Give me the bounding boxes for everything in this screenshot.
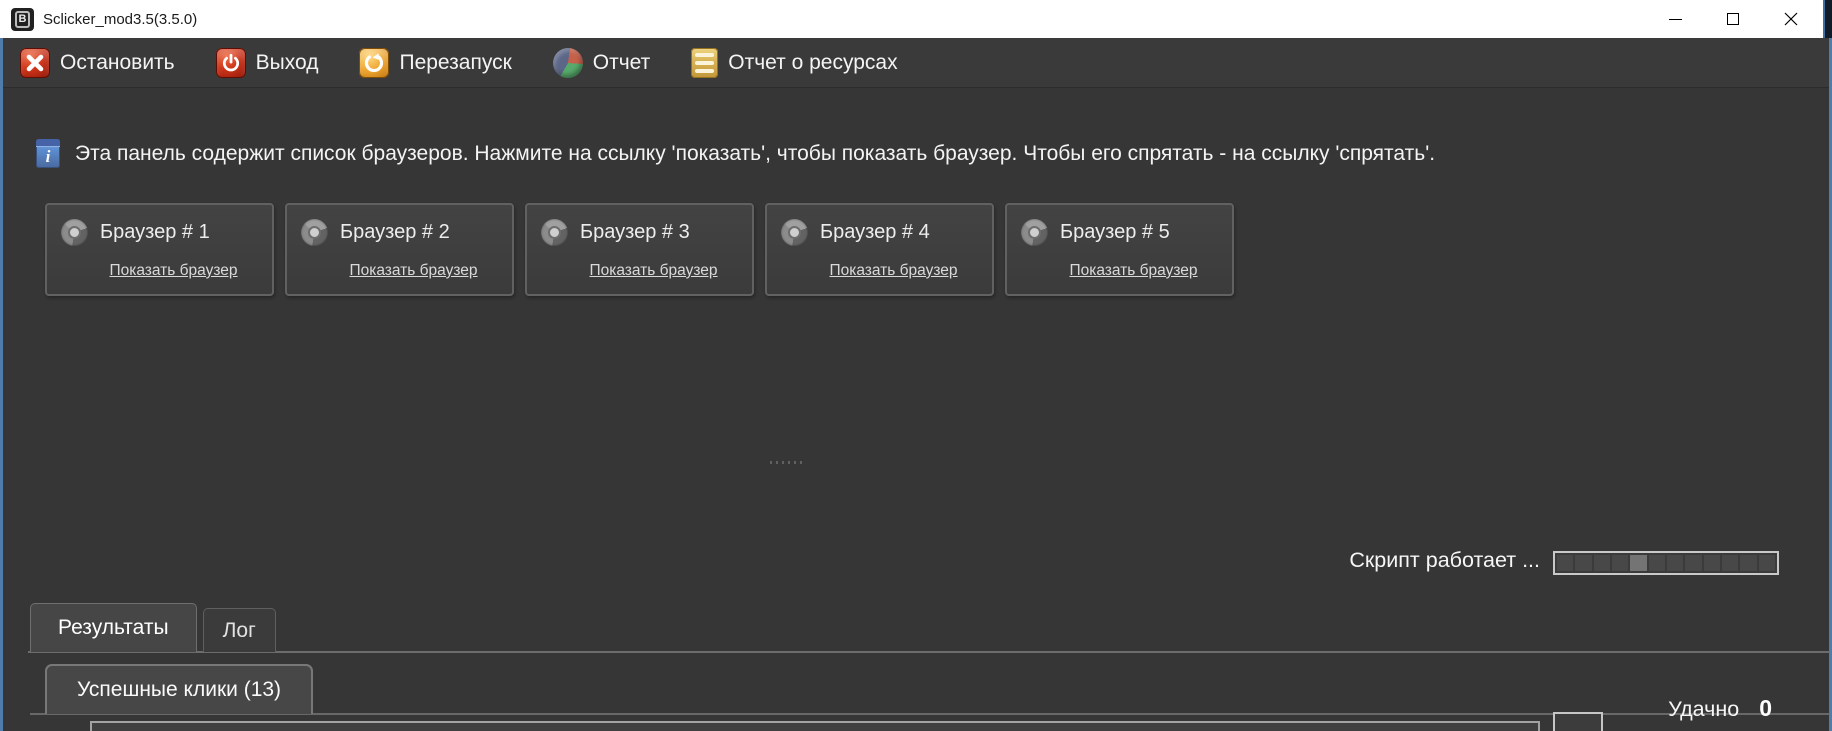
- success-count: 0: [1759, 695, 1772, 722]
- progress-segment: [1612, 555, 1628, 571]
- progress-segment: [1594, 555, 1610, 571]
- tab-results[interactable]: Результаты: [30, 603, 197, 652]
- browser-cards-row: Браузер # 1 Показать браузер Браузер # 2…: [45, 203, 1234, 296]
- info-banner: i Эта панель содержит список браузеров. …: [36, 139, 1435, 168]
- document-lines-icon: [691, 48, 718, 78]
- main-tabbar: Результаты Лог: [30, 603, 276, 652]
- close-icon: [1784, 12, 1798, 26]
- close-button[interactable]: [1762, 0, 1820, 38]
- maximize-button[interactable]: [1704, 0, 1762, 38]
- window-controls: [1646, 0, 1820, 38]
- browser-card-title: Браузер # 1: [100, 221, 210, 244]
- browser-card-head: Браузер # 1: [61, 219, 210, 246]
- show-browser-link-3[interactable]: Показать браузер: [561, 262, 746, 280]
- browser-card-4: Браузер # 4 Показать браузер: [765, 203, 994, 296]
- success-label: Удачно: [1668, 697, 1739, 722]
- progress-segment: [1704, 555, 1720, 571]
- resource-report-button-label: Отчет о ресурсах: [728, 51, 897, 75]
- chrome-icon: [61, 219, 88, 246]
- minimize-icon: [1669, 19, 1682, 20]
- progress-segment: [1722, 555, 1738, 571]
- browser-card-2: Браузер # 2 Показать браузер: [285, 203, 514, 296]
- stop-button[interactable]: Остановить: [10, 42, 191, 84]
- counter-box: [1553, 712, 1603, 731]
- browser-card-title: Браузер # 5: [1060, 221, 1170, 244]
- titlebar: B Sclicker_mod3.5(3.5.0): [0, 0, 1832, 38]
- show-browser-link-4[interactable]: Показать браузер: [801, 262, 986, 280]
- tab-successful-clicks[interactable]: Успешные клики (13): [45, 664, 313, 714]
- restart-button-label: Перезапуск: [399, 51, 511, 75]
- browser-card-head: Браузер # 2: [301, 219, 450, 246]
- browser-card-title: Браузер # 4: [820, 221, 930, 244]
- b-logo-icon: B: [11, 8, 34, 31]
- progress-segment: [1575, 555, 1591, 571]
- splitter-grip-icon[interactable]: [770, 461, 806, 464]
- show-browser-link-5[interactable]: Показать браузер: [1041, 262, 1226, 280]
- info-icon: i: [36, 139, 60, 168]
- browser-card-title: Браузер # 2: [340, 221, 450, 244]
- minimize-button[interactable]: [1646, 0, 1704, 38]
- info-banner-text: Эта панель содержит список браузеров. На…: [75, 142, 1435, 166]
- show-browser-link-1[interactable]: Показать браузер: [81, 262, 266, 280]
- resource-report-button[interactable]: Отчет о ресурсах: [681, 42, 913, 84]
- app-window: B Sclicker_mod3.5(3.5.0) Остановить: [0, 0, 1832, 731]
- titlebar-right-edge: [1823, 0, 1832, 38]
- browser-card-head: Браузер # 5: [1021, 219, 1170, 246]
- report-button-label: Отчет: [593, 51, 651, 75]
- browser-card-head: Браузер # 3: [541, 219, 690, 246]
- progress-segment: [1685, 555, 1701, 571]
- restart-icon: [359, 48, 389, 78]
- browser-card-3: Браузер # 3 Показать браузер: [525, 203, 754, 296]
- progress-segment: [1667, 555, 1683, 571]
- progress-segment: [1557, 555, 1573, 571]
- progress-bar: [1553, 551, 1779, 575]
- show-browser-link-2[interactable]: Показать браузер: [321, 262, 506, 280]
- chrome-icon: [301, 219, 328, 246]
- browser-card-head: Браузер # 4: [781, 219, 930, 246]
- stop-button-label: Остановить: [60, 51, 175, 75]
- window-title: Sclicker_mod3.5(3.5.0): [43, 11, 197, 28]
- success-counter: Удачно 0: [1668, 695, 1772, 722]
- power-icon: [216, 48, 246, 78]
- report-button[interactable]: Отчет: [543, 42, 667, 84]
- exit-button-label: Выход: [256, 51, 319, 75]
- pie-chart-icon: [553, 48, 583, 78]
- window-frame-left: [0, 38, 3, 731]
- exit-button[interactable]: Выход: [206, 42, 335, 84]
- chrome-icon: [541, 219, 568, 246]
- browser-card-1: Браузер # 1 Показать браузер: [45, 203, 274, 296]
- progress-segment: [1740, 555, 1756, 571]
- progress-segment: [1630, 555, 1646, 571]
- results-table[interactable]: [90, 721, 1540, 731]
- browser-card-title: Браузер # 3: [580, 221, 690, 244]
- progress-segment: [1649, 555, 1665, 571]
- script-status-text: Скрипт работает ...: [1349, 548, 1540, 573]
- chrome-icon: [781, 219, 808, 246]
- browser-card-5: Браузер # 5 Показать браузер: [1005, 203, 1234, 296]
- progress-segment: [1759, 555, 1775, 571]
- tab-log[interactable]: Лог: [203, 608, 276, 652]
- maximize-icon: [1727, 13, 1739, 25]
- toolbar: Остановить Выход Перезапуск Отчет: [0, 38, 1832, 88]
- tabpanel-top-border: [28, 651, 1829, 653]
- chrome-icon: [1021, 219, 1048, 246]
- restart-button[interactable]: Перезапуск: [349, 42, 527, 84]
- stop-x-icon: [20, 48, 50, 78]
